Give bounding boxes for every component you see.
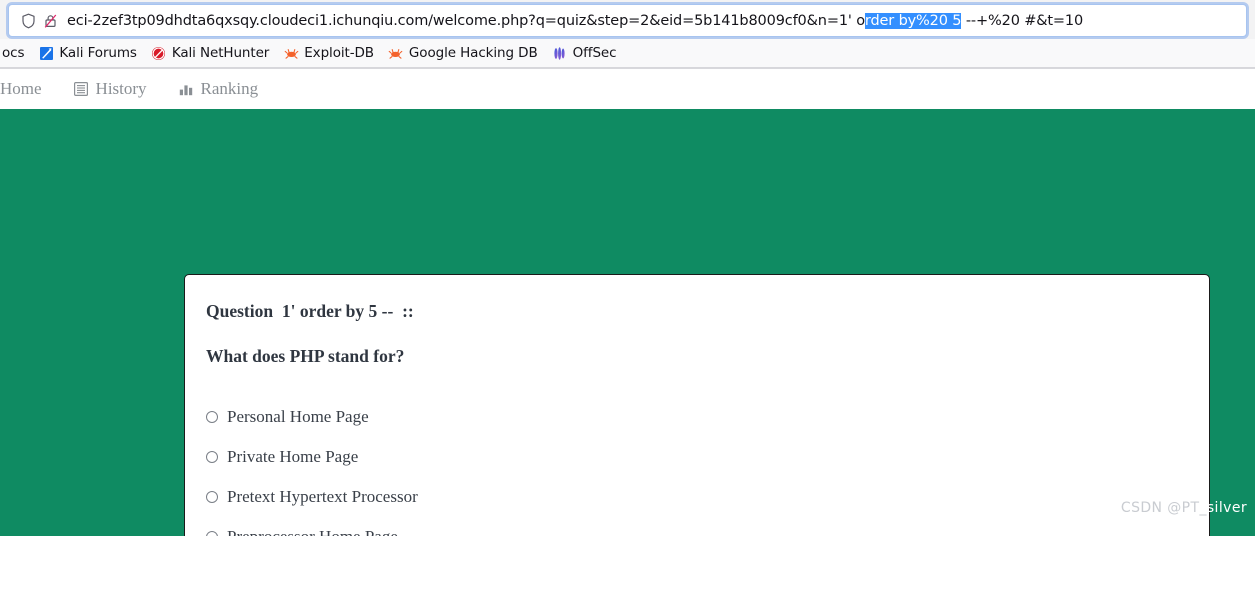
bookmark-label: OffSec	[572, 45, 617, 61]
nav-item-home[interactable]: Home	[0, 69, 58, 109]
broken-lock-icon[interactable]	[39, 10, 61, 32]
list-icon	[74, 82, 89, 97]
bookmark-label: Exploit-DB	[304, 45, 374, 61]
offsec-icon	[552, 45, 568, 61]
url-text-after: --+%20 #&t=10	[961, 12, 1084, 29]
shield-icon[interactable]	[17, 10, 39, 32]
bookmark-kali-nethunter[interactable]: Kali NetHunter	[144, 42, 276, 64]
radio-button[interactable]	[206, 411, 218, 423]
quiz-option-label: Preprocessor Home Page	[227, 527, 398, 536]
bookmark-label: Google Hacking DB	[408, 45, 538, 61]
quiz-option-2[interactable]: Pretext Hypertext Processor	[206, 487, 1189, 507]
nav-item-label: Ranking	[200, 79, 259, 98]
radio-button[interactable]	[206, 451, 218, 463]
nav-item-ranking[interactable]: Ranking	[163, 69, 275, 109]
bookmark-offsec[interactable]: OffSec	[545, 42, 624, 64]
kali-forums-icon	[38, 45, 54, 61]
bookmark-label: Kali NetHunter	[171, 45, 270, 61]
bookmark-label: ocs	[2, 45, 25, 61]
quiz-option-3[interactable]: Preprocessor Home Page	[206, 527, 1189, 536]
url-text-selected: rder by%20 5	[864, 12, 962, 29]
site-navbar: Home History Ranking	[0, 69, 1255, 109]
nav-item-label: History	[95, 79, 147, 98]
radio-button[interactable]	[206, 491, 218, 503]
exploit-db-icon	[283, 45, 299, 61]
quiz-option-1[interactable]: Private Home Page	[206, 447, 1189, 467]
watermark-text-light: CSDN @PT_	[1120, 500, 1207, 516]
nav-item-history[interactable]: History	[58, 69, 163, 109]
page-content: Home History Ranking Question 1' order b…	[0, 69, 1255, 536]
url-text[interactable]: eci-2zef3tp09dhdta6qxsqy.cloudeci1.ichun…	[61, 11, 1240, 31]
bookmarks-bar: ocs Kali Forums Kali NetHunter Exploit-D…	[0, 39, 1255, 68]
kali-nethunter-icon	[151, 45, 167, 61]
watermark-text-over: silver	[1206, 500, 1247, 516]
quiz-option-label: Personal Home Page	[227, 407, 369, 426]
question-prompt: What does PHP stand for?	[206, 346, 405, 366]
browser-chrome: eci-2zef3tp09dhdta6qxsqy.cloudeci1.ichun…	[0, 0, 1255, 69]
quiz-option-0[interactable]: Personal Home Page	[206, 407, 1189, 427]
watermark: CSDN @PT_silver	[1121, 500, 1247, 516]
quiz-option-label: Private Home Page	[227, 447, 359, 466]
nav-item-label: Home	[0, 79, 42, 98]
bookmark-exploit-db[interactable]: Exploit-DB	[276, 42, 381, 64]
bookmark-google-hacking-db[interactable]: Google Hacking DB	[381, 42, 545, 64]
address-bar[interactable]: eci-2zef3tp09dhdta6qxsqy.cloudeci1.ichun…	[8, 4, 1247, 37]
urlbar-row: eci-2zef3tp09dhdta6qxsqy.cloudeci1.ichun…	[0, 0, 1255, 39]
url-text-before: eci-2zef3tp09dhdta6qxsqy.cloudeci1.ichun…	[67, 12, 865, 29]
bar-chart-icon	[179, 82, 194, 97]
bookmark-kali-docs[interactable]: ocs	[0, 42, 31, 64]
question-heading: Question 1' order by 5 -- ::	[206, 301, 414, 321]
google-hacking-db-icon	[388, 45, 404, 61]
quiz-card: Question 1' order by 5 -- :: What does P…	[184, 274, 1210, 536]
bookmark-kali-forums[interactable]: Kali Forums	[31, 42, 143, 64]
quiz-option-label: Pretext Hypertext Processor	[227, 487, 418, 506]
radio-button[interactable]	[206, 531, 218, 536]
bookmark-label: Kali Forums	[59, 45, 137, 61]
